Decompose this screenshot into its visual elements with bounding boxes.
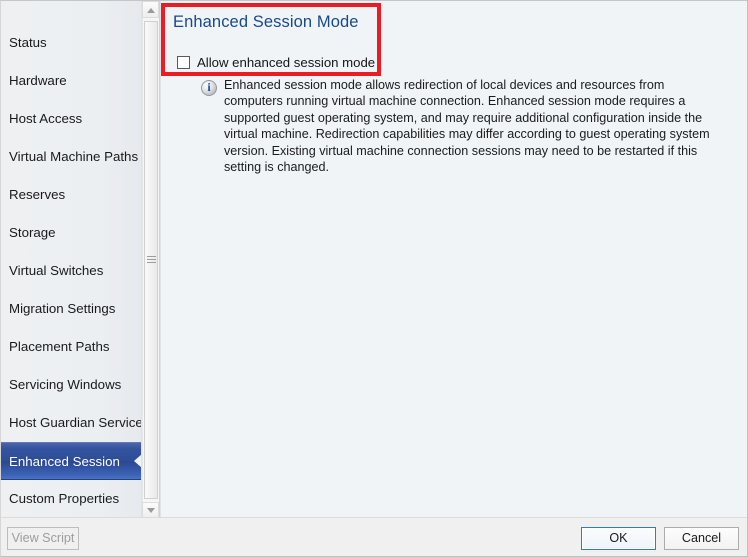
sidebar-item-status[interactable]: Status [1,24,141,62]
sidebar-item-host-guardian-service[interactable]: Host Guardian Service [1,404,141,442]
sidebar-item-label: Host Guardian Service [9,415,141,430]
sidebar-item-label: Storage [9,225,56,240]
sidebar-item-virtual-switches[interactable]: Virtual Switches [1,252,141,290]
sidebar-item-label: Virtual Machine Paths [9,149,139,164]
sidebar-item-host-access[interactable]: Host Access [1,100,141,138]
sidebar-nav-list[interactable]: Status Hardware Host Access Virtual Mach… [1,1,141,519]
scrollbar-grip-icon [147,256,156,264]
sidebar-item-storage[interactable]: Storage [1,214,141,252]
scroll-up-button[interactable] [142,1,159,18]
ok-button[interactable]: OK [581,527,656,550]
sidebar-item-label: Enhanced Session [9,454,120,469]
scrollbar-thumb[interactable] [144,21,158,499]
scroll-down-arrow-icon [146,507,155,513]
allow-enhanced-session-mode-label: Allow enhanced session mode [197,55,376,70]
sidebar-item-enhanced-session[interactable]: Enhanced Session [1,442,141,480]
sidebar-item-label: Hardware [9,73,67,88]
content-pane: Enhanced Session Mode Allow enhanced ses… [160,1,747,519]
sidebar-item-label: Virtual Switches [9,263,104,278]
sidebar-item-servicing-windows[interactable]: Servicing Windows [1,366,141,404]
selected-indicator-arrow-icon [134,454,141,468]
sidebar-item-label: Reserves [9,187,66,202]
scroll-up-arrow-icon [146,7,155,13]
allow-enhanced-session-mode-row[interactable]: Allow enhanced session mode [177,55,375,70]
sidebar-item-label: Status [9,35,47,50]
info-description-text: Enhanced session mode allows redirection… [224,78,710,175]
sidebar-item-reserves[interactable]: Reserves [1,176,141,214]
sidebar-item-label: Custom Properties [9,491,120,506]
info-icon [201,80,217,96]
sidebar-scrollbar[interactable] [141,1,159,519]
page-title: Enhanced Session Mode [173,13,359,31]
dialog-footer: View Script OK Cancel [1,517,747,556]
sidebar-item-label: Servicing Windows [9,377,122,392]
allow-enhanced-session-mode-checkbox[interactable] [177,56,190,69]
sidebar-item-migration-settings[interactable]: Migration Settings [1,290,141,328]
sidebar-item-label: Host Access [9,111,83,126]
sidebar: Status Hardware Host Access Virtual Mach… [1,1,160,519]
sidebar-item-custom-properties[interactable]: Custom Properties [1,480,141,518]
cancel-button[interactable]: Cancel [664,527,739,550]
info-block: Enhanced session mode allows redirection… [201,77,719,175]
sidebar-item-label: Placement Paths [9,339,110,354]
sidebar-item-label: Migration Settings [9,301,116,316]
sidebar-item-virtual-machine-paths[interactable]: Virtual Machine Paths [1,138,141,176]
sidebar-item-hardware[interactable]: Hardware [1,62,141,100]
view-script-button[interactable]: View Script [7,527,79,550]
dialog-body: Status Hardware Host Access Virtual Mach… [1,1,747,519]
host-properties-dialog: Status Hardware Host Access Virtual Mach… [0,0,748,557]
sidebar-item-placement-paths[interactable]: Placement Paths [1,328,141,366]
scrollbar-track[interactable] [142,18,159,502]
